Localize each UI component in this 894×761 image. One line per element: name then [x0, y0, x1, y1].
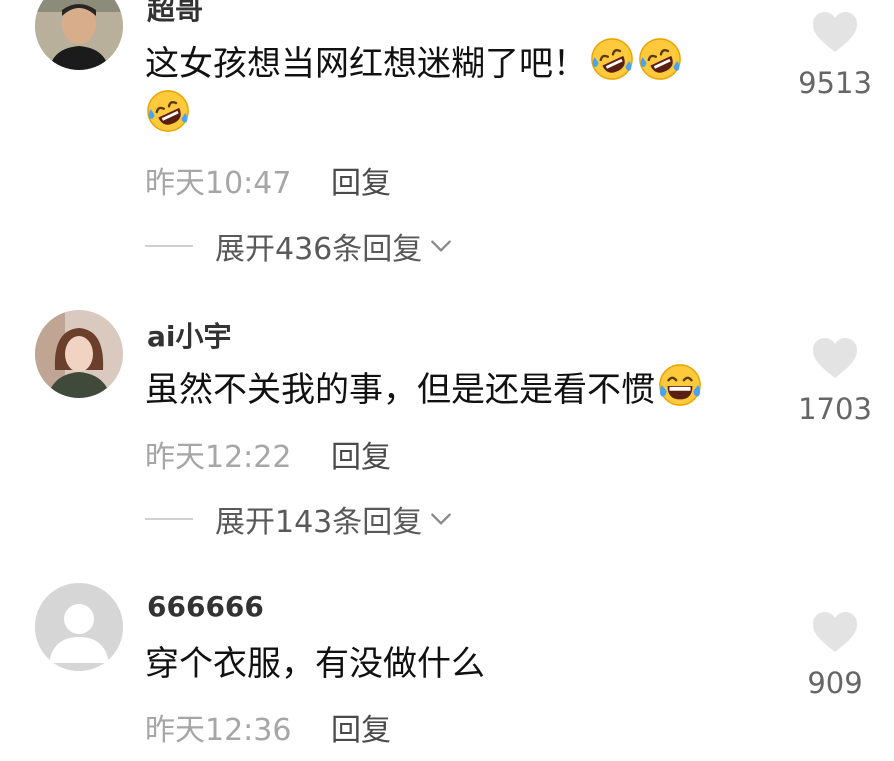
- tears-of-joy-emoji-icon: [657, 362, 703, 408]
- chevron-down-icon: [428, 233, 454, 259]
- comment-time: 昨天10:47: [145, 166, 292, 201]
- like-count: 9513: [798, 66, 872, 100]
- like-control[interactable]: 9513: [798, 10, 872, 100]
- comment-text: 虽然不关我的事，但是还是看不惯: [145, 362, 703, 418]
- like-count: 1703: [798, 392, 872, 426]
- comment-text-wrap: [145, 88, 191, 144]
- comment-time: 昨天12:36: [145, 713, 292, 748]
- heart-icon[interactable]: [811, 336, 859, 380]
- username[interactable]: 超哥: [147, 0, 203, 28]
- avatar[interactable]: [35, 310, 123, 398]
- expand-replies-label: 展开436条回复: [215, 232, 423, 267]
- reply-button[interactable]: 回复: [331, 705, 391, 749]
- divider: [145, 518, 193, 520]
- reply-button[interactable]: 回复: [331, 158, 391, 202]
- expand-replies-button[interactable]: 展开143条回复: [145, 501, 454, 540]
- heart-icon[interactable]: [811, 10, 859, 54]
- avatar[interactable]: [35, 583, 123, 671]
- like-control[interactable]: 1703: [798, 336, 872, 426]
- rofl-emoji-icon: [637, 36, 683, 82]
- reply-button[interactable]: 回复: [331, 432, 391, 476]
- expand-replies-button[interactable]: 展开436条回复: [145, 228, 454, 267]
- username[interactable]: 666666: [147, 590, 264, 623]
- expand-replies-label: 展开143条回复: [215, 505, 423, 540]
- comment-time: 昨天12:22: [145, 440, 292, 475]
- like-count: 909: [807, 666, 863, 700]
- heart-icon[interactable]: [811, 610, 859, 654]
- comment-text: 这女孩想当网红想迷糊了吧！: [145, 36, 683, 92]
- like-control[interactable]: 909: [798, 610, 872, 700]
- username[interactable]: ai小宇: [147, 315, 232, 355]
- comment-text: 穿个衣服，有没做什么: [145, 644, 485, 684]
- rofl-emoji-icon: [145, 88, 191, 134]
- avatar[interactable]: [35, 0, 123, 70]
- chevron-down-icon: [428, 506, 454, 532]
- divider: [145, 245, 193, 247]
- rofl-emoji-icon: [589, 36, 635, 82]
